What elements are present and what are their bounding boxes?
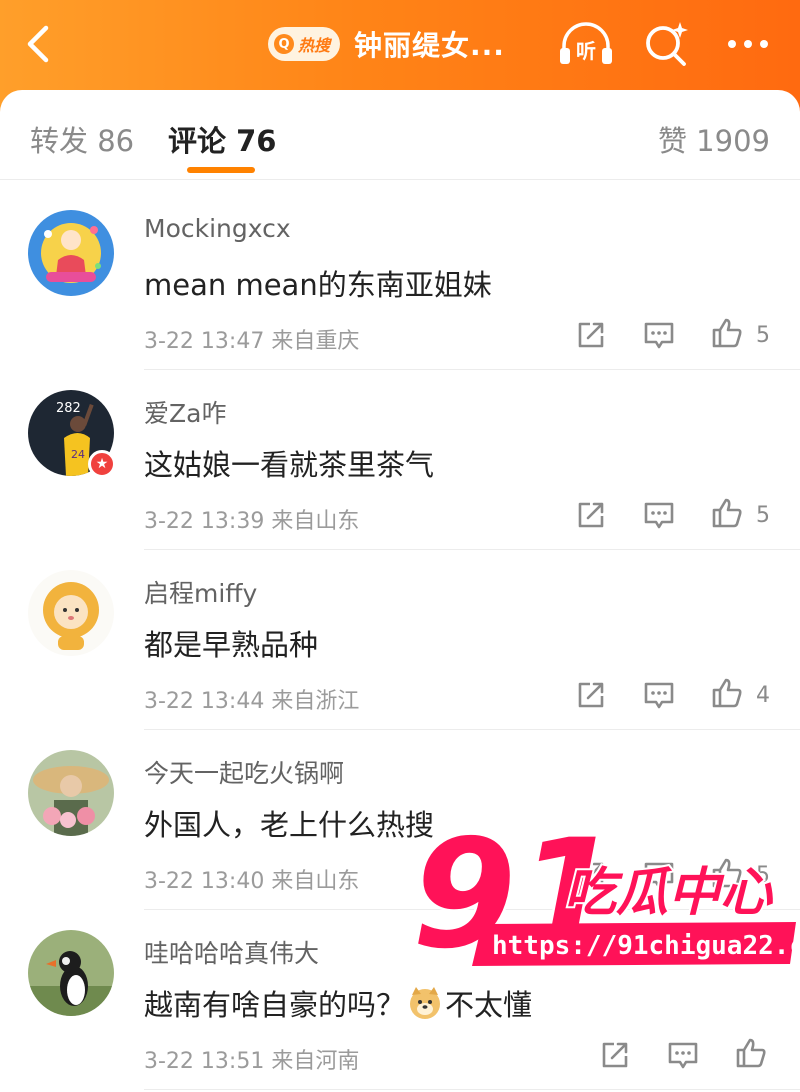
comment-item: 282 24 ★ 爱Za咋 这姑娘一看就茶里茶气 3-22 13:39 来自山东… xyxy=(0,370,800,550)
share-icon[interactable] xyxy=(574,678,608,712)
comment-text: 这姑娘一看就茶里茶气 xyxy=(144,448,435,482)
page-title: 钟丽缇女... xyxy=(354,29,505,62)
share-icon[interactable] xyxy=(574,498,608,532)
comment-username[interactable]: Mockingxcx xyxy=(144,214,291,243)
watermark-url: https://91chigua22.com xyxy=(492,931,800,961)
vip-star-badge-icon: ★ xyxy=(88,450,116,478)
tab-repost[interactable]: 转发 86 xyxy=(30,118,134,160)
hot-search-badge: Q 热搜 xyxy=(268,27,341,61)
comment-item: 启程miffy 都是早熟品种 3-22 13:44 来自浙江 4 xyxy=(0,550,800,730)
comment-meta: 3-22 13:40 来自山东 xyxy=(144,869,360,894)
like-count: 5 xyxy=(756,503,770,528)
back-arrow-icon[interactable] xyxy=(18,22,58,66)
search-mini-icon: Q xyxy=(274,34,294,54)
comment-meta: 3-22 13:39 来自山东 xyxy=(144,509,360,534)
comment-text: mean mean的东南亚姐妹 xyxy=(144,268,492,302)
active-tab-indicator xyxy=(187,167,255,173)
watermark-name: 吃瓜中心 xyxy=(564,863,774,923)
reply-icon[interactable] xyxy=(666,1038,700,1072)
headphones-listen-icon[interactable]: 听 xyxy=(556,18,616,68)
share-icon[interactable] xyxy=(574,318,608,352)
thumbs-up-icon[interactable] xyxy=(710,676,744,710)
tab-like[interactable]: 赞 1909 xyxy=(658,118,770,160)
reply-icon[interactable] xyxy=(642,318,676,352)
comment-username[interactable]: 启程miffy xyxy=(144,574,257,610)
comment-text-after: 不太懂 xyxy=(445,988,533,1022)
comment-text: 越南有啥自豪的吗？ 不太懂 xyxy=(144,982,532,1024)
like-count: 4 xyxy=(756,683,770,708)
listen-label: 听 xyxy=(576,39,596,63)
svg-text:282: 282 xyxy=(56,401,81,416)
avatar[interactable] xyxy=(28,750,114,836)
comment-username[interactable]: 今天一起吃火锅啊 xyxy=(144,754,344,790)
header-title-group[interactable]: Q 热搜 钟丽缇女... xyxy=(268,24,505,64)
avatar[interactable] xyxy=(28,930,114,1016)
comment-text: 外国人，老上什么热搜 xyxy=(144,808,435,842)
avatar[interactable] xyxy=(28,570,114,656)
comment-meta: 3-22 13:51 来自河南 xyxy=(144,1049,360,1074)
divider xyxy=(144,1089,800,1090)
svg-text:24: 24 xyxy=(71,448,85,461)
comment-meta: 3-22 13:47 来自重庆 xyxy=(144,329,360,354)
thumbs-up-icon[interactable] xyxy=(710,496,744,530)
thumbs-up-icon[interactable] xyxy=(734,1036,768,1070)
reply-icon[interactable] xyxy=(642,678,676,712)
thumbs-up-icon[interactable] xyxy=(710,316,744,350)
like-count: 5 xyxy=(756,323,770,348)
tab-comment[interactable]: 评论 76 xyxy=(168,118,276,160)
search-icon[interactable] xyxy=(640,18,692,70)
share-icon[interactable] xyxy=(598,1038,632,1072)
reply-icon[interactable] xyxy=(642,498,676,532)
tab-bar: 转发 86 评论 76 赞 1909 xyxy=(0,90,800,180)
doge-emoji-icon xyxy=(410,987,441,1019)
watermark-logo: 91 吃瓜中心 https://91chigua22.com xyxy=(412,818,800,978)
comment-username[interactable]: 爱Za咋 xyxy=(144,394,226,430)
comment-meta: 3-22 13:44 来自浙江 xyxy=(144,689,360,714)
hot-search-label: 热搜 xyxy=(298,36,331,55)
comment-item: Mockingxcx mean mean的东南亚姐妹 3-22 13:47 来自… xyxy=(0,190,800,370)
avatar[interactable] xyxy=(28,210,114,296)
more-options-icon[interactable] xyxy=(722,26,774,62)
comment-username[interactable]: 哇哈哈哈真伟大 xyxy=(144,934,319,970)
comment-text-before: 越南有啥自豪的吗？ xyxy=(144,988,406,1022)
comment-text: 都是早熟品种 xyxy=(144,628,319,662)
